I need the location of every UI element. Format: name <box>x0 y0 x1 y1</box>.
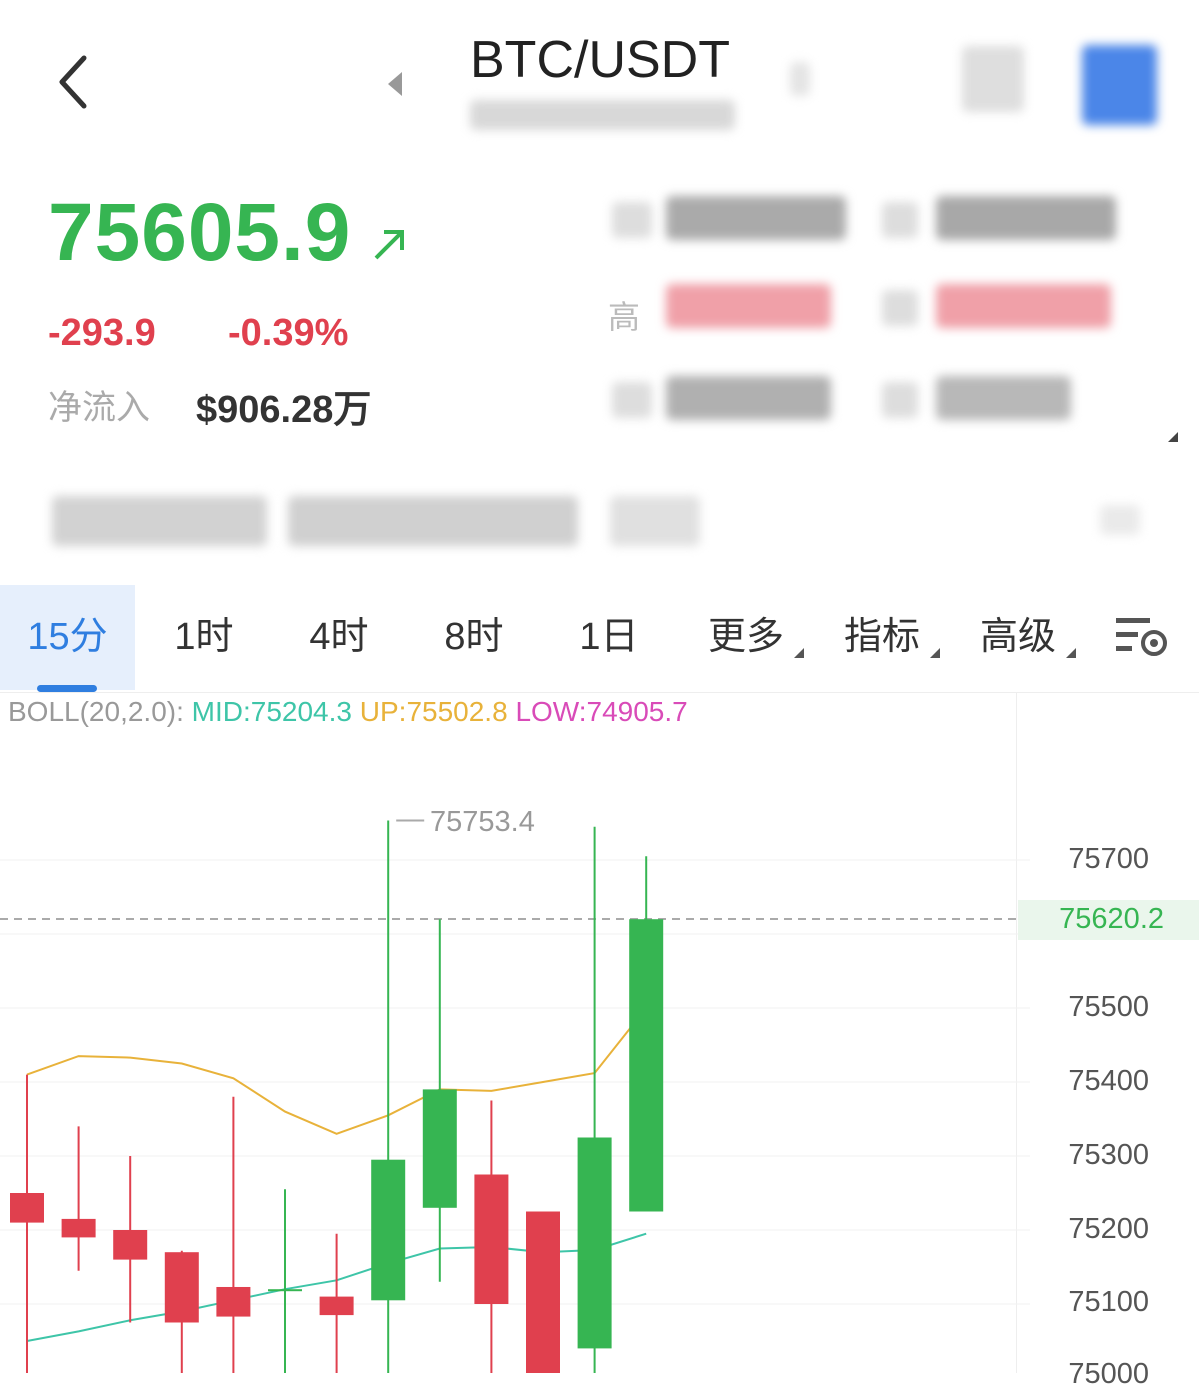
stat-value-blurred <box>936 284 1111 328</box>
candle-down <box>319 1296 354 1316</box>
dropdown-corner-icon <box>930 648 940 658</box>
y-tick-label: 75500 <box>1068 991 1149 1023</box>
stat-value-blurred <box>666 196 846 240</box>
last-price: 75605.9 <box>48 187 352 278</box>
candlestick-chart[interactable] <box>0 740 1199 1373</box>
avatar[interactable] <box>1082 45 1157 125</box>
stat-label-blurred <box>882 382 918 418</box>
tab-4h[interactable]: 4时 <box>275 585 403 690</box>
dropdown-corner-icon <box>794 648 804 658</box>
y-tick-label: 75300 <box>1068 1139 1149 1171</box>
trend-up-arrow-icon <box>372 226 408 267</box>
stat-value-blurred <box>936 376 1071 420</box>
price-change: -293.9 <box>48 312 156 354</box>
tag-blurred[interactable] <box>52 496 267 546</box>
netflow-value: $906.28万 <box>196 389 372 431</box>
back-button[interactable] <box>50 50 100 114</box>
y-tick-label: 75400 <box>1068 1065 1149 1097</box>
price-change-percent: -0.39% <box>228 312 349 354</box>
tag-blurred[interactable] <box>610 496 700 546</box>
tab-1d[interactable]: 1日 <box>545 585 673 690</box>
netflow-label: 净流入 <box>48 389 150 427</box>
tab-indicators[interactable]: 指标 <box>826 585 938 690</box>
page-title: BTC/USDT <box>470 31 730 89</box>
tab-label: 高级 <box>979 616 1056 658</box>
stat-label-blurred <box>882 290 918 326</box>
high-marker-label: 75753.4 <box>430 806 535 838</box>
candle-up <box>371 1159 406 1301</box>
stat-value-blurred <box>936 196 1116 240</box>
prev-pair-icon[interactable] <box>386 70 404 103</box>
tab-label: 15分 <box>27 616 108 658</box>
candle-down <box>526 1211 560 1373</box>
y-tick-label: 75100 <box>1068 1286 1149 1318</box>
expand-icon[interactable] <box>1168 432 1178 442</box>
y-tick-label: 75200 <box>1068 1213 1149 1245</box>
candle-down <box>61 1218 96 1238</box>
tab-label: 8时 <box>444 616 504 658</box>
favorite-icon[interactable] <box>962 46 1024 112</box>
high-label: 高 <box>608 299 641 335</box>
candle-down <box>113 1230 148 1260</box>
boll-name: BOLL(20,2.0): <box>8 696 184 727</box>
tag-row-icon-blurred[interactable] <box>1100 505 1140 535</box>
header-blurred-icon[interactable] <box>790 62 810 96</box>
stat-label-blurred <box>882 202 918 238</box>
stat-label-blurred <box>612 202 652 238</box>
current-price-label: 75620.2 <box>1059 903 1164 935</box>
boll-legend: BOLL(20,2.0): MID:75204.3 UP:75502.8 LOW… <box>8 696 688 728</box>
boll-mid: MID:75204.3 <box>191 696 352 727</box>
candle-up <box>577 1137 612 1349</box>
chart-settings-button[interactable] <box>1112 612 1172 667</box>
tab-8h[interactable]: 8时 <box>410 585 538 690</box>
chevron-left-icon <box>59 55 87 109</box>
tab-1h[interactable]: 1时 <box>140 585 268 690</box>
candle-down <box>164 1252 199 1323</box>
boll-upper-line <box>26 1007 647 1135</box>
chart-settings-icon <box>1116 618 1167 656</box>
y-tick-label: 75700 <box>1068 843 1149 875</box>
candle-up <box>268 1289 302 1292</box>
y-tick-label: 75000 <box>1068 1358 1149 1390</box>
tab-label: 更多 <box>707 616 784 658</box>
subtitle-blurred <box>470 100 735 130</box>
stat-label-blurred <box>612 382 652 418</box>
tab-15m[interactable]: 15分 <box>0 585 135 690</box>
tab-label: 1日 <box>579 616 639 658</box>
candle-up <box>422 1089 457 1208</box>
boll-low: LOW:74905.7 <box>515 696 688 727</box>
dropdown-corner-icon <box>1066 648 1076 658</box>
high-value-blurred <box>666 284 831 328</box>
candle-down <box>216 1286 251 1317</box>
candle-up <box>629 919 664 1212</box>
candle-down <box>474 1174 509 1304</box>
candle-down <box>10 1193 44 1223</box>
stat-value-blurred <box>666 376 831 420</box>
tab-label: 指标 <box>843 616 920 658</box>
tab-label: 4时 <box>309 616 369 658</box>
tag-blurred[interactable] <box>288 496 578 546</box>
boll-up: UP:75502.8 <box>359 696 508 727</box>
tab-active-indicator <box>37 685 97 692</box>
tab-more[interactable]: 更多 <box>690 585 802 690</box>
tab-advanced[interactable]: 高级 <box>962 585 1074 690</box>
tab-label: 1时 <box>174 616 234 658</box>
